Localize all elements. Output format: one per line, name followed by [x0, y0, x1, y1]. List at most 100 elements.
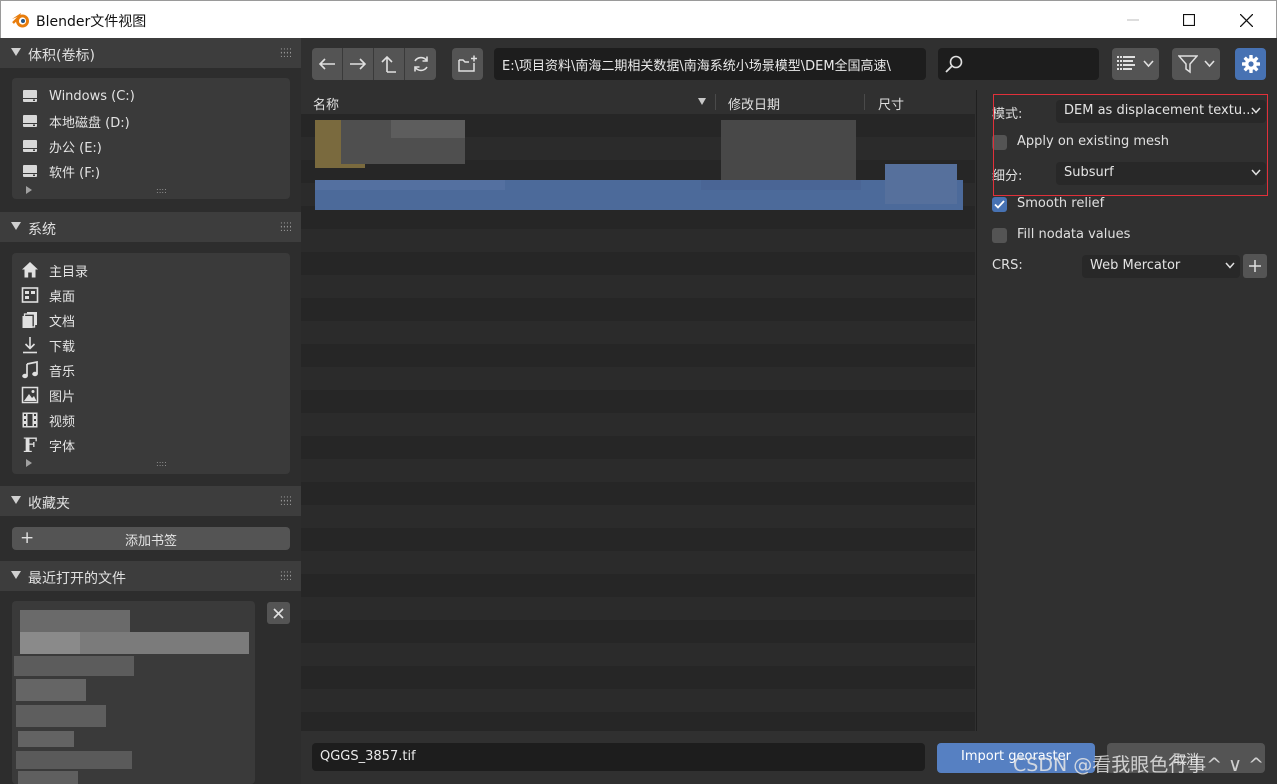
forward-button[interactable]: [343, 48, 374, 80]
new-folder-button[interactable]: [452, 48, 483, 80]
parent-directory-button[interactable]: [374, 48, 405, 80]
gear-icon: [1241, 55, 1260, 73]
filter-dropdown[interactable]: [1172, 48, 1220, 80]
drag-grip-icon[interactable]: ::::::::: [280, 47, 292, 60]
column-date-header[interactable]: 修改日期: [728, 94, 780, 113]
list-row[interactable]: [301, 620, 975, 643]
close-window-button[interactable]: [1218, 1, 1274, 39]
volumes-panel-header[interactable]: 体积(卷标) ::::::::: [0, 38, 301, 68]
sidebar-item-label: 办公 (E:): [49, 140, 102, 156]
arrow-right-icon: [350, 58, 367, 70]
crs-dropdown[interactable]: Web Mercator: [1082, 255, 1240, 278]
list-row[interactable]: [301, 229, 975, 252]
list-row[interactable]: [301, 689, 975, 712]
directory-path-input[interactable]: E:\项目资料\南海二期相关数据\南海系统小场景模型\DEM全国高速\: [494, 48, 926, 80]
list-row[interactable]: [301, 413, 975, 436]
recent-panel-header[interactable]: 最近打开的文件 ::::::::: [0, 561, 301, 591]
list-row[interactable]: [301, 321, 975, 344]
system-panel-header[interactable]: 系统 ::::::::: [0, 212, 301, 242]
toggle-options-button[interactable]: [1235, 48, 1266, 80]
sidebar-item-label: 字体: [49, 439, 76, 455]
list-row[interactable]: [301, 597, 975, 620]
list-row[interactable]: [301, 666, 975, 689]
sort-direction-icon[interactable]: [698, 98, 706, 105]
documents-icon: [20, 310, 40, 330]
sidebar-item-label: 音乐: [49, 364, 76, 380]
add-crs-button[interactable]: [1243, 254, 1267, 278]
expand-triangle-icon[interactable]: [26, 186, 32, 194]
add-bookmark-button[interactable]: + 添加书签: [12, 527, 290, 550]
blurred-block: [18, 771, 78, 784]
file-browser-list[interactable]: 名称 修改日期 尺寸: [301, 90, 975, 731]
column-size-header[interactable]: 尺寸: [878, 94, 904, 113]
sidebar-item-label: Windows (C:): [49, 88, 135, 104]
back-button[interactable]: [312, 48, 343, 80]
refresh-button[interactable]: [405, 48, 436, 80]
column-name-header[interactable]: 名称: [313, 94, 339, 113]
expand-triangle-icon[interactable]: [26, 459, 32, 467]
smooth-relief-checkbox[interactable]: [992, 197, 1007, 212]
sidebar-item-pictures[interactable]: 图片: [20, 384, 75, 406]
clear-recent-button[interactable]: [267, 602, 290, 624]
volumes-title: 体积(卷标): [28, 48, 95, 64]
minimize-button[interactable]: [1105, 1, 1161, 39]
sidebar-item-music[interactable]: 音乐: [20, 359, 75, 381]
list-row[interactable]: [301, 390, 975, 413]
bookmarks-panel-header[interactable]: 收藏夹 ::::::::: [0, 486, 301, 516]
sidebar-item-videos[interactable]: 视频: [20, 409, 75, 431]
recent-files-list[interactable]: [12, 601, 255, 784]
sidebar-item-drive-c[interactable]: Windows (C:): [20, 85, 135, 107]
list-row[interactable]: [301, 712, 975, 731]
filename-input[interactable]: QGGS_3857.tif: [312, 743, 925, 771]
list-row[interactable]: [301, 367, 975, 390]
sidebar-item-drive-d[interactable]: 本地磁盘 (D:): [20, 110, 130, 132]
sidebar-item-documents[interactable]: 文档: [20, 309, 75, 331]
filter-search-input[interactable]: [938, 48, 1099, 80]
list-row[interactable]: [301, 298, 975, 321]
system-list: 主目录 桌面 文档 下载 音乐 图片 视频 F 字体::::: [12, 253, 290, 474]
sidebar-item-drive-e[interactable]: 办公 (E:): [20, 135, 102, 157]
blurred-block: [20, 632, 80, 654]
sidebar-item-desktop[interactable]: 桌面: [20, 284, 75, 306]
collapse-triangle-icon: [11, 571, 21, 579]
maximize-button[interactable]: [1161, 1, 1217, 39]
title-bar: Blender文件视图: [0, 0, 1277, 38]
display-mode-dropdown[interactable]: [1112, 48, 1159, 80]
list-row[interactable]: [301, 551, 975, 574]
close-icon: [273, 607, 284, 619]
drag-grip-icon[interactable]: ::::::::: [280, 570, 292, 583]
list-row[interactable]: [301, 436, 975, 459]
sidebar-item-home[interactable]: 主目录: [20, 259, 88, 281]
drive-icon: [20, 111, 40, 131]
sidebar-item-drive-f[interactable]: 软件 (F:): [20, 160, 100, 182]
list-row[interactable]: [301, 574, 975, 597]
blurred-recent-item[interactable]: [20, 610, 130, 632]
list-row[interactable]: [301, 344, 975, 367]
new-folder-icon: [457, 55, 477, 72]
funnel-icon: [1178, 55, 1198, 74]
plus-icon: [1249, 260, 1261, 272]
sidebar-item-fonts[interactable]: F 字体: [20, 433, 76, 457]
resize-grip-icon[interactable]: ::::: [156, 186, 167, 195]
drag-grip-icon[interactable]: ::::::::: [280, 495, 292, 508]
list-row[interactable]: [301, 482, 975, 505]
list-row[interactable]: [301, 505, 975, 528]
blender-logo-icon: [11, 10, 31, 30]
maximize-icon: [1183, 14, 1195, 26]
resize-grip-icon[interactable]: ::::: [156, 459, 167, 468]
column-divider[interactable]: [864, 94, 865, 110]
sidebar-item-downloads[interactable]: 下载: [20, 334, 75, 356]
recent-title: 最近打开的文件: [28, 571, 126, 587]
column-divider[interactable]: [715, 94, 716, 110]
list-row[interactable]: [301, 528, 975, 551]
list-row[interactable]: [301, 459, 975, 482]
list-row[interactable]: [301, 275, 975, 298]
refresh-icon: [413, 56, 428, 72]
list-row[interactable]: [301, 643, 975, 666]
drag-grip-icon[interactable]: ::::::::: [280, 221, 292, 234]
list-row[interactable]: [301, 252, 975, 275]
sidebar-item-label: 文档: [49, 314, 76, 330]
drive-icon: [20, 136, 40, 156]
fill-nodata-checkbox[interactable]: [992, 228, 1007, 243]
sidebar-item-label: 软件 (F:): [49, 165, 101, 181]
